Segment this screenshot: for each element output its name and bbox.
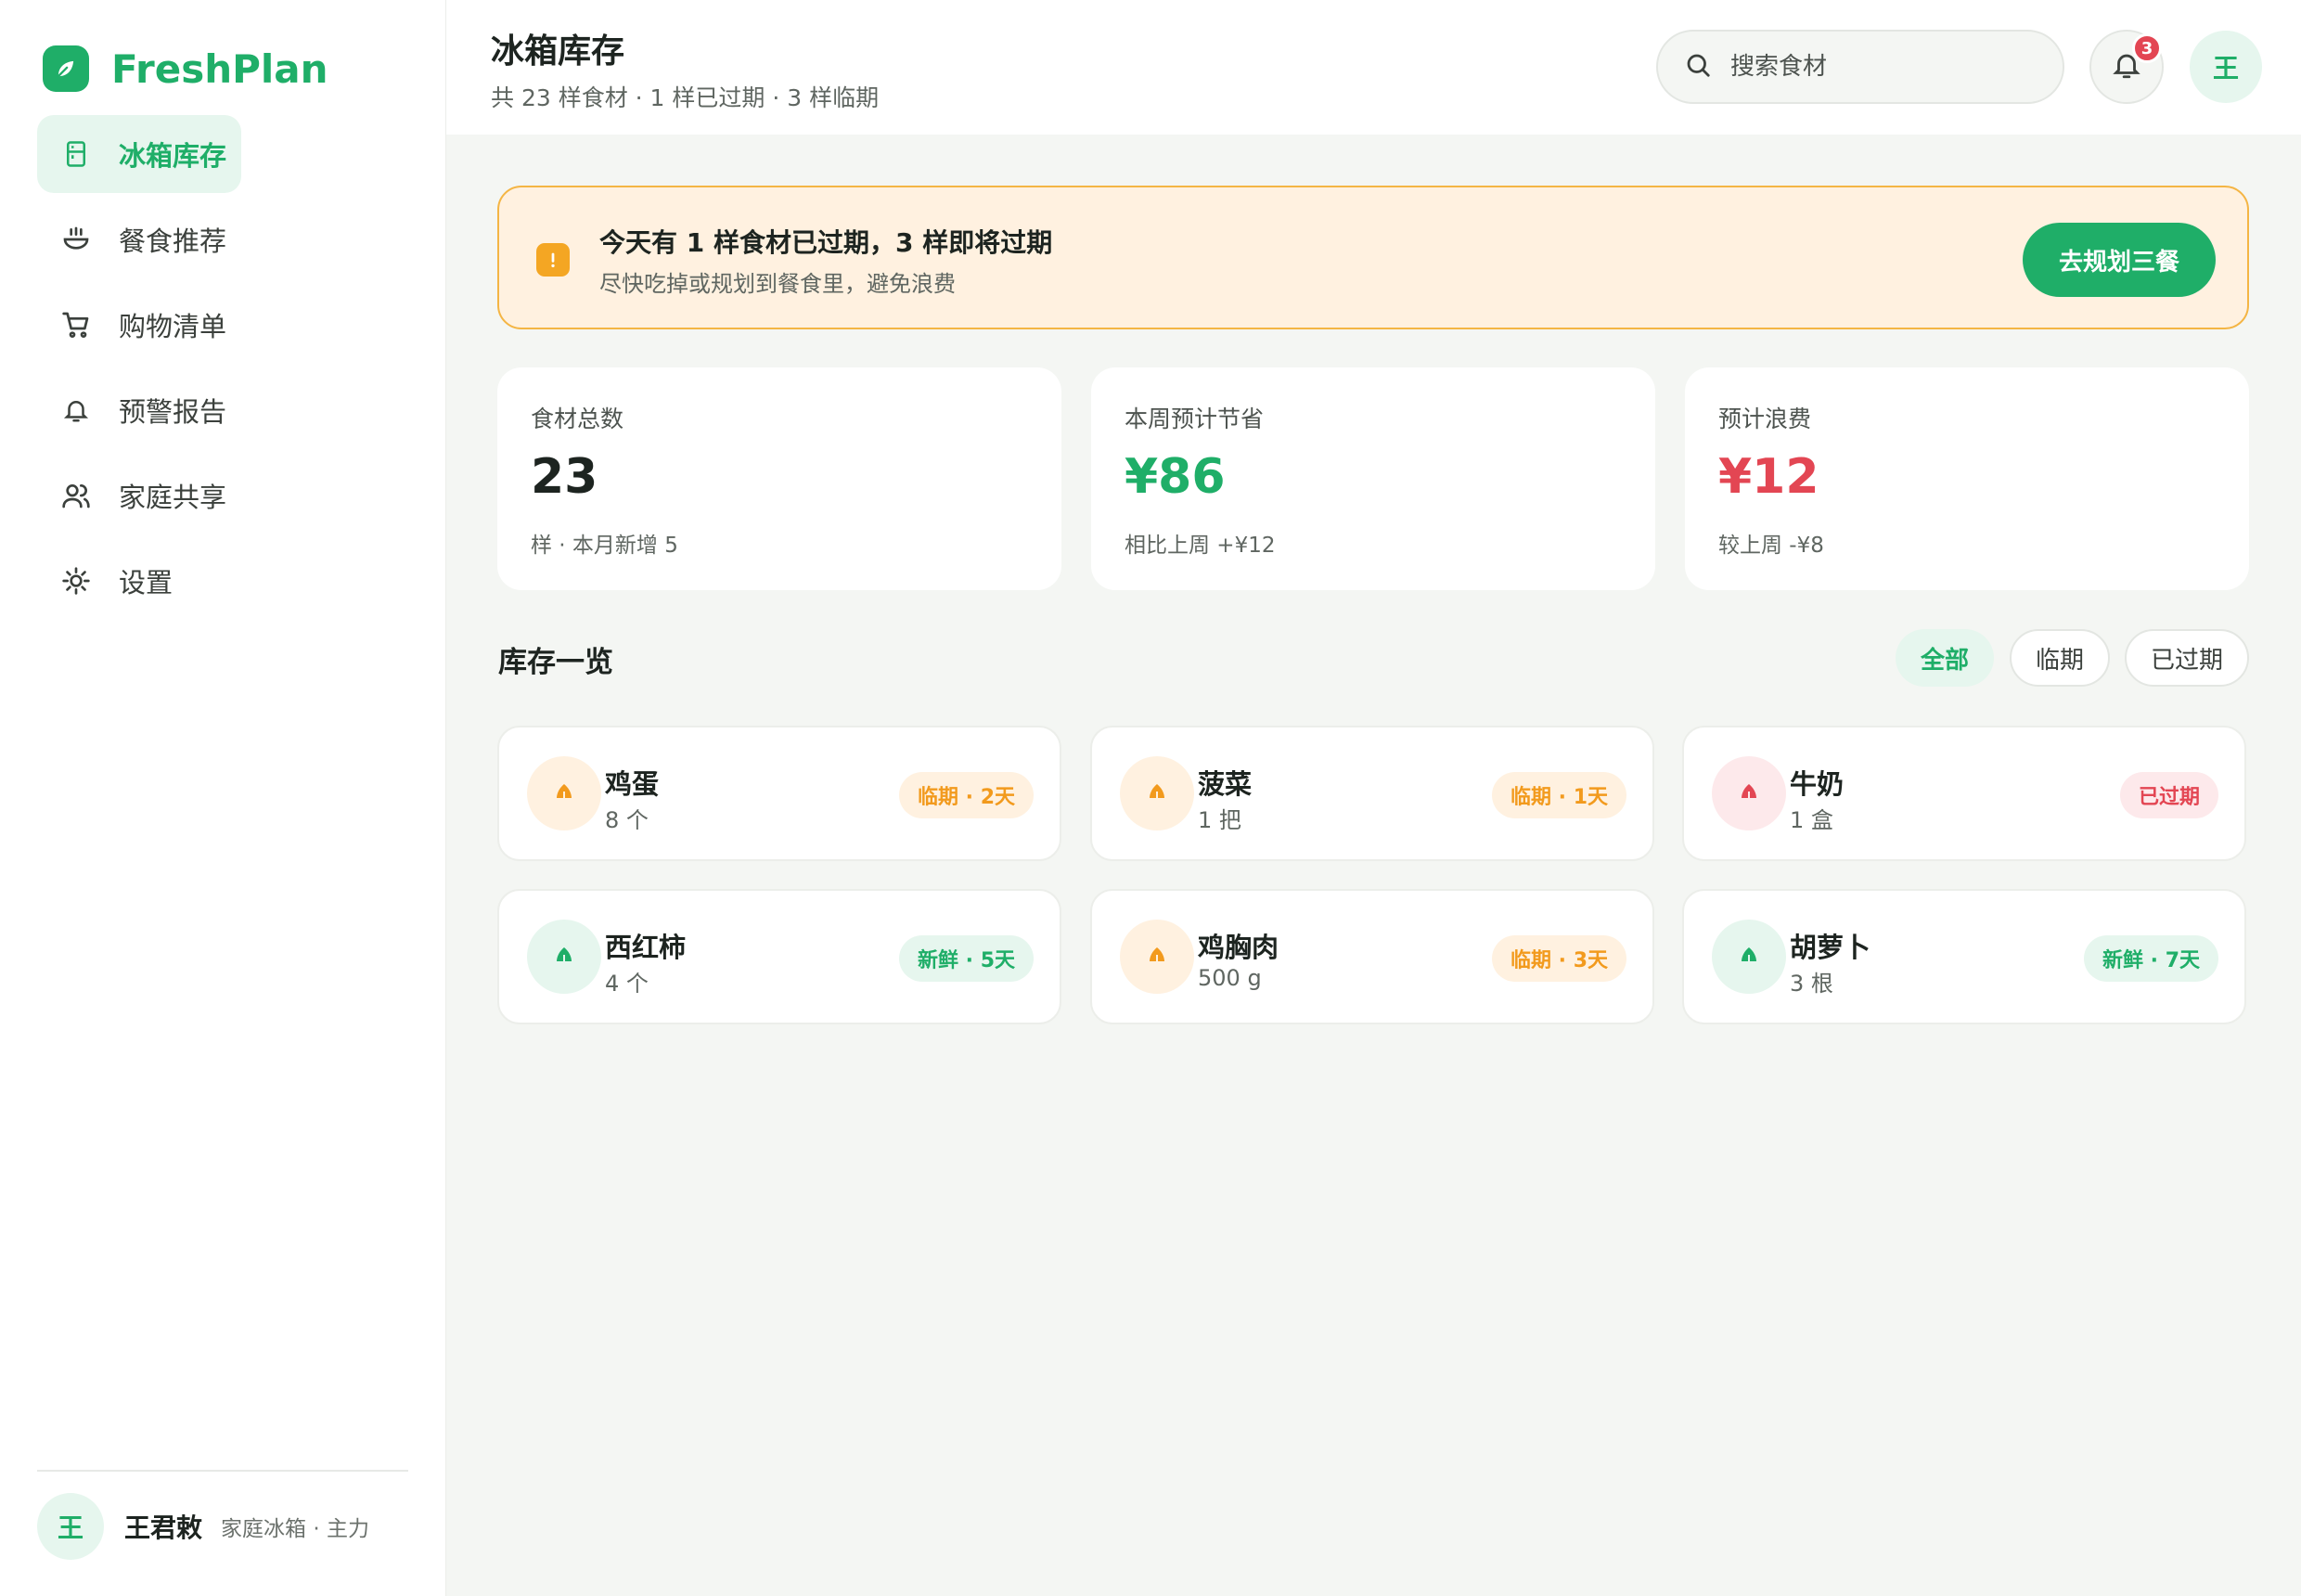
search-input[interactable] — [1729, 52, 2025, 82]
page-subtitle: 共 23 样食材 · 1 样已过期 · 3 样临期 — [491, 84, 880, 111]
section-title: 库存一览 — [498, 646, 613, 679]
sidebar-item-shopping[interactable]: 购物清单 — [37, 286, 241, 364]
food-name: 菠菜 — [1198, 768, 1253, 800]
brand-name: FreshPlan — [111, 45, 328, 92]
food-quantity: 8 个 — [605, 807, 649, 833]
food-card[interactable]: 牛奶 1 盒 已过期 — [1682, 726, 2246, 861]
food-quantity: 4 个 — [605, 971, 649, 997]
sidebar-item-fridge[interactable]: 冰箱库存 — [37, 115, 241, 193]
stat-card-waste: 预计浪费 ¥12 较上周 -¥8 — [1685, 367, 2249, 590]
notification-button[interactable]: 3 — [2089, 30, 2164, 104]
food-card[interactable]: 菠菜 1 把 临期 · 1天 — [1090, 726, 1654, 861]
sidebar-nav: 冰箱库存 餐食推荐 购物清单 预警报告 家庭共享 设置 — [37, 115, 408, 627]
food-quantity: 1 盒 — [1790, 807, 1833, 833]
sidebar-item-label: 预警报告 — [119, 396, 227, 428]
food-quantity: 1 把 — [1198, 807, 1241, 833]
brand[interactable]: FreshPlan — [43, 43, 328, 95]
stat-note: 样 · 本月新增 5 — [531, 534, 678, 558]
filter-expiring[interactable]: 临期 — [2010, 629, 2110, 687]
gear-icon — [59, 564, 93, 598]
food-card[interactable]: 西红柿 4 个 新鲜 · 5天 — [497, 889, 1061, 1024]
food-icon — [527, 920, 601, 994]
search-icon — [1684, 51, 1712, 83]
status-badge: 临期 · 2天 — [899, 772, 1034, 818]
status-badge: 新鲜 · 5天 — [899, 935, 1034, 982]
fridge-icon — [59, 137, 93, 171]
user-name: 王君敕 — [124, 1512, 203, 1543]
bowl-icon — [59, 223, 93, 256]
sidebar-item-alerts[interactable]: 预警报告 — [37, 371, 241, 449]
cart-icon — [59, 308, 93, 341]
sidebar: FreshPlan 冰箱库存 餐食推荐 购物清单 预警报告 家庭共享 设置 王 … — [0, 0, 446, 1596]
stat-label: 食材总数 — [531, 405, 624, 432]
filter-all[interactable]: 全部 — [1896, 629, 1994, 687]
sidebar-item-meals[interactable]: 餐食推荐 — [37, 200, 241, 278]
stat-label: 预计浪费 — [1718, 405, 1812, 432]
food-icon — [1712, 756, 1786, 830]
filter-expired[interactable]: 已过期 — [2125, 629, 2249, 687]
food-quantity: 3 根 — [1790, 971, 1833, 997]
expiry-alert-banner: 今天有 1 样食材已过期，3 样即将过期 尽快吃掉或规划到餐食里，避免浪费 去规… — [497, 186, 2249, 329]
food-card[interactable]: 胡萝卜 3 根 新鲜 · 7天 — [1682, 889, 2246, 1024]
food-name: 西红柿 — [605, 932, 687, 963]
status-badge: 临期 · 3天 — [1492, 935, 1626, 982]
alert-title: 今天有 1 样食材已过期，3 样即将过期 — [599, 227, 1053, 258]
stat-note: 相比上周 +¥12 — [1125, 534, 1276, 558]
food-icon — [1120, 920, 1194, 994]
user-profile[interactable]: 王 王君敕 家庭冰箱 · 主力 — [37, 1492, 369, 1561]
status-badge: 新鲜 · 7天 — [2084, 935, 2218, 982]
food-name: 鸡蛋 — [605, 768, 660, 800]
food-name: 胡萝卜 — [1790, 932, 1871, 963]
status-badge: 已过期 — [2119, 772, 2218, 818]
stat-card-savings: 本周预计节省 ¥86 相比上周 +¥12 — [1091, 367, 1655, 590]
bell-icon — [59, 393, 93, 427]
avatar[interactable]: 王 — [2190, 31, 2262, 103]
sidebar-item-label: 餐食推荐 — [119, 225, 227, 257]
avatar: 王 — [37, 1493, 104, 1560]
search-box[interactable] — [1656, 30, 2064, 104]
sidebar-item-label: 设置 — [119, 567, 174, 598]
food-card[interactable]: 鸡蛋 8 个 临期 · 2天 — [497, 726, 1061, 861]
stat-label: 本周预计节省 — [1125, 405, 1265, 432]
plan-meals-button[interactable]: 去规划三餐 — [2023, 223, 2216, 297]
food-name: 鸡胸肉 — [1198, 932, 1279, 963]
food-card[interactable]: 鸡胸肉 500 g 临期 · 3天 — [1090, 889, 1654, 1024]
users-icon — [59, 479, 93, 512]
stat-value: ¥86 — [1125, 449, 1226, 505]
food-icon — [1120, 756, 1194, 830]
sidebar-item-label: 冰箱库存 — [119, 140, 227, 172]
stat-value: 23 — [531, 449, 598, 505]
food-quantity: 500 g — [1198, 965, 1262, 991]
status-badge: 临期 · 1天 — [1492, 772, 1626, 818]
alert-subtitle: 尽快吃掉或规划到餐食里，避免浪费 — [599, 271, 956, 297]
sidebar-item-label: 家庭共享 — [119, 482, 227, 513]
warning-icon — [536, 243, 570, 277]
sidebar-item-settings[interactable]: 设置 — [37, 542, 241, 620]
stat-card-total: 食材总数 23 样 · 本月新增 5 — [497, 367, 1061, 590]
sidebar-item-label: 购物清单 — [119, 311, 227, 342]
page-title: 冰箱库存 — [491, 32, 625, 71]
food-icon — [527, 756, 601, 830]
food-icon — [1712, 920, 1786, 994]
leaf-icon — [43, 45, 89, 92]
user-meta: 家庭冰箱 · 主力 — [221, 1517, 369, 1541]
food-name: 牛奶 — [1790, 768, 1845, 800]
notification-badge: 3 — [2132, 33, 2162, 63]
page-header: 冰箱库存 共 23 样食材 · 1 样已过期 · 3 样临期 3 王 — [446, 0, 2301, 135]
sidebar-divider — [37, 1470, 408, 1472]
sidebar-item-family[interactable]: 家庭共享 — [37, 457, 241, 534]
stat-value: ¥12 — [1718, 449, 1819, 505]
stat-note: 较上周 -¥8 — [1718, 534, 1824, 558]
